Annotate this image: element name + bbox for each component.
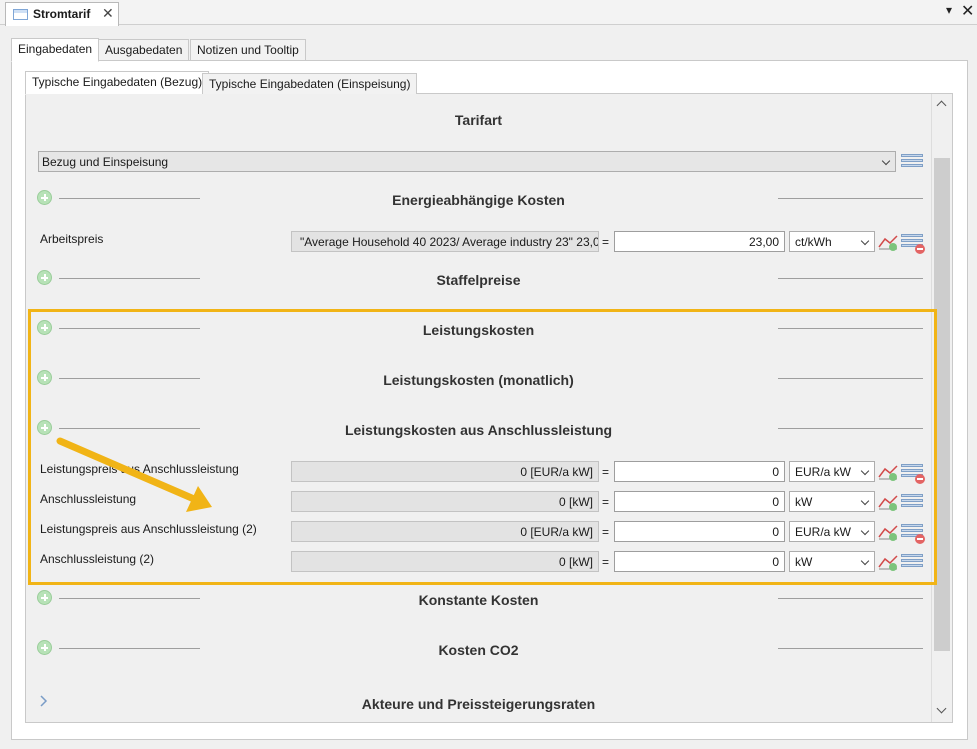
section-title-energie: Energieabhängige Kosten (392, 192, 565, 208)
list-icon[interactable] (901, 154, 923, 170)
list-remove-icon[interactable] (901, 234, 925, 254)
chart-add-icon[interactable] (878, 233, 898, 251)
scroll-up-icon[interactable] (936, 100, 947, 111)
tab-close-icon[interactable]: ✕ (102, 5, 114, 22)
section-title-akteure: Akteure und Preissteigerungsraten (361, 696, 596, 712)
section-title-co2: Kosten CO2 (438, 642, 519, 658)
arbeitspreis-unit-select[interactable]: ct/kWh (789, 231, 875, 252)
tarifart-select[interactable]: Bezug und Einspeisung (38, 151, 896, 172)
title-bar (0, 0, 977, 25)
tab-eingabedaten[interactable]: Eingabedaten (11, 38, 100, 62)
window-menu-icon[interactable]: ▾ (946, 3, 952, 17)
window-icon (13, 9, 28, 20)
subtab-einspeisung[interactable]: Typische Eingabedaten (Einspeisung) (202, 73, 418, 95)
tab-notizen[interactable]: Notizen und Tooltip (190, 39, 306, 61)
tab-ausgabedaten[interactable]: Ausgabedaten (98, 39, 190, 61)
window-title: Stromtarif (33, 7, 91, 21)
subtab-bezug[interactable]: Typische Eingabedaten (Bezug) (25, 71, 210, 95)
section-title-tarifart: Tarifart (454, 112, 503, 128)
scroll-down-icon[interactable] (936, 703, 947, 714)
window-close-icon[interactable]: ✕ (961, 1, 974, 21)
equals-sign: = (602, 235, 610, 249)
window-tab[interactable]: Stromtarif ✕ (5, 2, 119, 26)
arbeitspreis-value[interactable]: 23,00 (614, 231, 785, 252)
arbeitspreis-label: Arbeitspreis (40, 232, 104, 246)
section-title-konstant: Konstante Kosten (418, 592, 539, 608)
highlight-box (28, 309, 937, 585)
arbeitspreis-formula[interactable]: "Average Household 40 2023/ Average indu… (291, 231, 599, 252)
section-title-staffel: Staffelpreise (436, 272, 521, 288)
